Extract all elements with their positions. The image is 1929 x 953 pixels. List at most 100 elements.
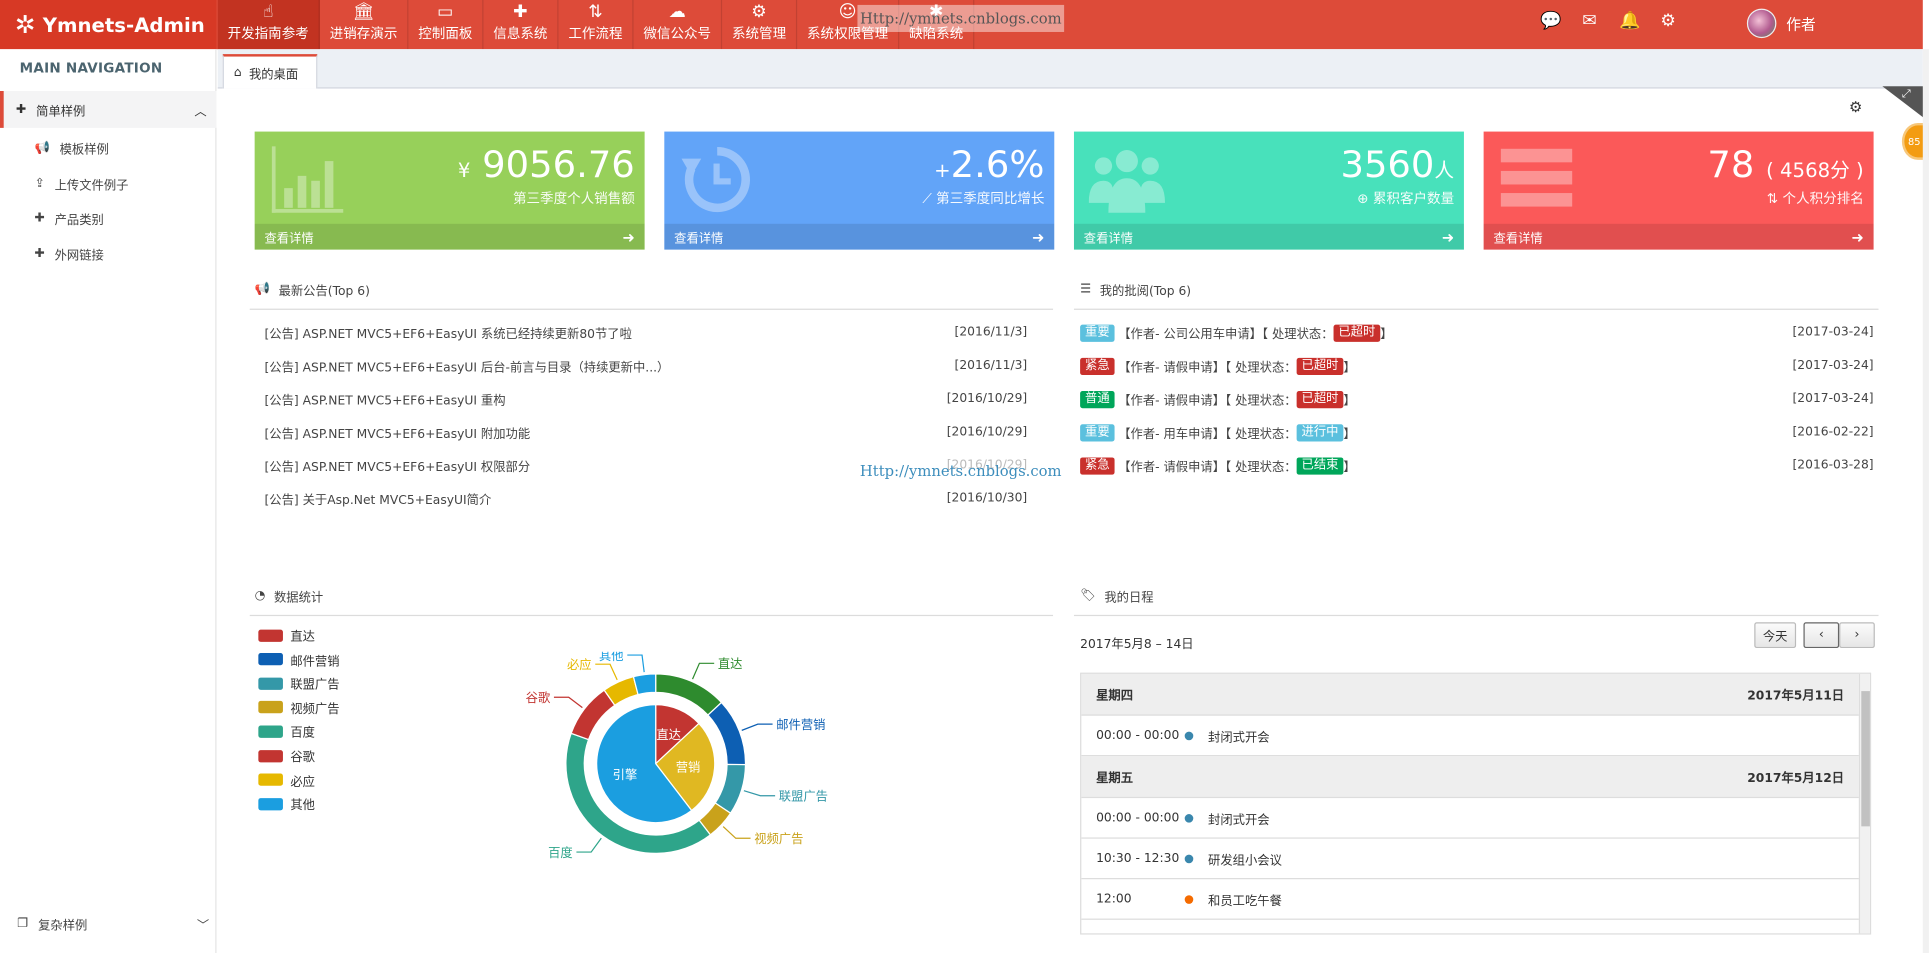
stat-box-ranking: 78 ( 4568分 ) ⇅ 个人积分排名 查看详情 ➜ <box>1483 131 1874 250</box>
approval-row[interactable]: 重要 【作者- 公司公用车申请】【 处理状态： 已超时】 [2017-03-24] <box>1080 323 1874 342</box>
legend-item[interactable]: 百度 <box>258 722 315 741</box>
user-name: 作者 <box>1786 15 1816 33</box>
approval-item: 【作者- 请假申请】【 处理状态： <box>1118 461 1297 475</box>
sidebar-item-template[interactable]: 📢 模板样例 <box>34 139 108 157</box>
announcement-row[interactable]: [公告] ASP.NET MVC5+EF6+EasyUI 后台-前言与目录（持续… <box>264 357 1027 375</box>
schedule-event[interactable]: 00:00 - 00:00 封闭式开会 <box>1081 716 1859 757</box>
event-dot <box>1184 894 1194 904</box>
approval-item: 【作者- 用车申请】【 处理状态： <box>1118 427 1297 442</box>
upload-icon: ⇪ <box>34 177 45 191</box>
users-icon <box>1088 150 1165 213</box>
stat-more-link[interactable]: 查看详情 ➜ <box>254 223 645 250</box>
approvals-header: ☰ 我的批阅(Top 6) <box>1080 282 1192 299</box>
day-date[interactable]: 2017年5月11日 <box>1747 685 1844 704</box>
bar-chart-icon <box>271 146 344 213</box>
outer-slice-label: 必应 <box>567 657 592 672</box>
day-header: 星期四 2017年5月11日 <box>1081 673 1859 716</box>
approval-end: 】 <box>1343 394 1356 409</box>
gear-icon[interactable]: ⚙ <box>1849 98 1862 115</box>
label-leader-line <box>691 662 715 680</box>
stat-value: 9056.76 <box>482 143 635 187</box>
prev-week-button[interactable]: ‹ <box>1803 622 1840 649</box>
mail-icon[interactable]: ✉ <box>1580 11 1600 31</box>
sidebar-group-complex[interactable]: ❐ 复杂样例 ﹀ <box>17 915 209 933</box>
legend-swatch <box>258 653 283 666</box>
day-date[interactable]: 2017年5月12日 <box>1747 767 1844 786</box>
outer-slice-label: 百度 <box>548 845 573 860</box>
announcement-row[interactable]: [公告] 关于Asp.Net MVC5+EasyUI简介 [2016/10/30] <box>264 489 1027 508</box>
announcement-row[interactable]: [公告] ASP.NET MVC5+EF6+EasyUI 系统已经持续更新80节… <box>264 323 1027 342</box>
event-dot <box>1184 731 1194 740</box>
approval-row[interactable]: 重要 【作者- 用车申请】【 处理状态： 进行中】 [2016-02-22] <box>1080 423 1874 442</box>
schedule-event[interactable]: 12:00 和员工吃午餐 <box>1081 879 1859 920</box>
priority-badge: 普通 <box>1080 390 1115 408</box>
settings-icon[interactable]: ⚙ <box>1658 11 1678 31</box>
status-badge: 已结束 <box>1296 456 1344 475</box>
legend-item[interactable]: 视频广告 <box>258 698 340 717</box>
stat-more-link[interactable]: 查看详情 ➜ <box>1073 223 1464 250</box>
legend-item[interactable]: 联盟广告 <box>258 674 340 693</box>
schedule-scrollbar[interactable] <box>1858 673 1870 934</box>
inner-slice-label: 营销 <box>676 760 701 774</box>
topnav-dev-guide[interactable]: ☝ 开发指南参考 <box>217 0 320 50</box>
legend-label: 谷歌 <box>290 751 315 765</box>
line-chart-icon: ⟋ <box>922 190 932 207</box>
topnav-inventory[interactable]: 🏛 进销存演示 <box>320 0 409 50</box>
app-logo[interactable]: ✲ Ymnets-Admin <box>0 0 217 50</box>
schedule-list: 星期四 2017年5月11日 00:00 - 00:00 封闭式开会 星期五 2017年5… <box>1080 672 1872 935</box>
user-menu[interactable]: 作者 <box>1746 8 1816 39</box>
divider <box>249 308 1054 310</box>
announcement-row[interactable]: [公告] ASP.NET MVC5+EF6+EasyUI 重构 [2016/10/… <box>264 390 1027 408</box>
today-button[interactable]: 今天 <box>1754 622 1797 649</box>
monitor-icon: ▭ <box>437 2 454 23</box>
approval-end: 】 <box>1343 427 1356 442</box>
outer-slice[interactable] <box>632 673 657 696</box>
event-time: 10:30 - 12:30 <box>1096 851 1180 866</box>
tab-desktop[interactable]: ⌂ 我的桌面 <box>222 54 318 89</box>
sidebar-item-category[interactable]: ✚ 产品类别 <box>34 209 103 228</box>
outer-slice-label: 视频广告 <box>754 831 803 846</box>
announcement-row[interactable]: [公告] ASP.NET MVC5+EF6+EasyUI 附加功能 [2016/1… <box>264 423 1027 441</box>
legend-item[interactable]: 直达 <box>258 626 315 644</box>
arrow-right-icon: ➜ <box>1851 228 1864 246</box>
sidebar-item-external[interactable]: ✚ 外网链接 <box>34 245 103 263</box>
schedule-event[interactable]: 00:00 - 00:00 封闭式开会 <box>1081 798 1859 839</box>
topnav-info-system[interactable]: ✚ 信息系统 <box>483 0 559 50</box>
outer-slice-label: 直达 <box>718 657 743 671</box>
topnav-workflow[interactable]: ⇅ 工作流程 <box>559 0 634 50</box>
legend-item[interactable]: 其他 <box>258 795 315 813</box>
arrow-right-icon: ➜ <box>1032 228 1045 246</box>
legend-item[interactable]: 谷歌 <box>258 746 315 765</box>
priority-badge: 重要 <box>1080 324 1115 342</box>
app-title: Ymnets-Admin <box>42 12 205 37</box>
next-week-button[interactable]: › <box>1839 622 1875 649</box>
approval-item: 【作者- 请假申请】【 处理状态： <box>1118 394 1297 409</box>
event-title: 封闭式开会 <box>1208 813 1270 827</box>
sidebar-item-upload[interactable]: ⇪ 上传文件例子 <box>34 175 128 193</box>
bell-icon[interactable]: 🔔 <box>1619 11 1640 31</box>
stat-currency: ¥ <box>457 158 471 182</box>
priority-badge: 紧急 <box>1080 357 1115 375</box>
stat-more-link[interactable]: 查看详情 ➜ <box>664 223 1055 250</box>
schedule-event[interactable]: 10:30 - 12:30 研发组小会议 <box>1081 839 1859 880</box>
page-scrollbar[interactable] <box>1922 49 1929 953</box>
comment-icon[interactable]: 💬 <box>1540 11 1561 31</box>
topnav-dashboard[interactable]: ▭ 控制面板 <box>408 0 484 50</box>
divider <box>1073 614 1879 617</box>
stat-more-link[interactable]: 查看详情 ➜ <box>1483 223 1874 250</box>
approval-row[interactable]: 普通 【作者- 请假申请】【 处理状态： 已超时】 [2017-03-24] <box>1080 390 1874 409</box>
legend-item[interactable]: 邮件营销 <box>258 650 340 668</box>
sidebar-group-simple[interactable]: ✚ 简单样例 ︿ <box>0 90 217 128</box>
pie-chart: 直达邮件营销联盟广告视频广告百度谷歌必应其他直达营销引擎 <box>526 652 828 860</box>
topnav-system-admin[interactable]: ⚙ 系统管理 <box>722 0 798 50</box>
tab-strip <box>217 49 1923 89</box>
approval-row[interactable]: 紧急 【作者- 请假申请】【 处理状态： 已结束】 [2016-03-28] <box>1080 456 1874 475</box>
topnav-wechat[interactable]: ☁ 微信公众号 <box>634 0 723 50</box>
schedule-event[interactable]: 14:30 和CEO开会讨论产品设计 <box>1081 920 1858 934</box>
day-header: 星期五 2017年5月12日 <box>1081 756 1859 799</box>
approval-row[interactable]: 紧急 【作者- 请假申请】【 处理状态： 已超时】 [2017-03-24] <box>1080 357 1874 375</box>
legend-item[interactable]: 必应 <box>258 771 315 789</box>
approval-date: [2016-02-22] <box>1792 425 1874 440</box>
status-badge: 已超时 <box>1296 357 1344 375</box>
approval-date: [2017-03-24] <box>1792 392 1874 406</box>
